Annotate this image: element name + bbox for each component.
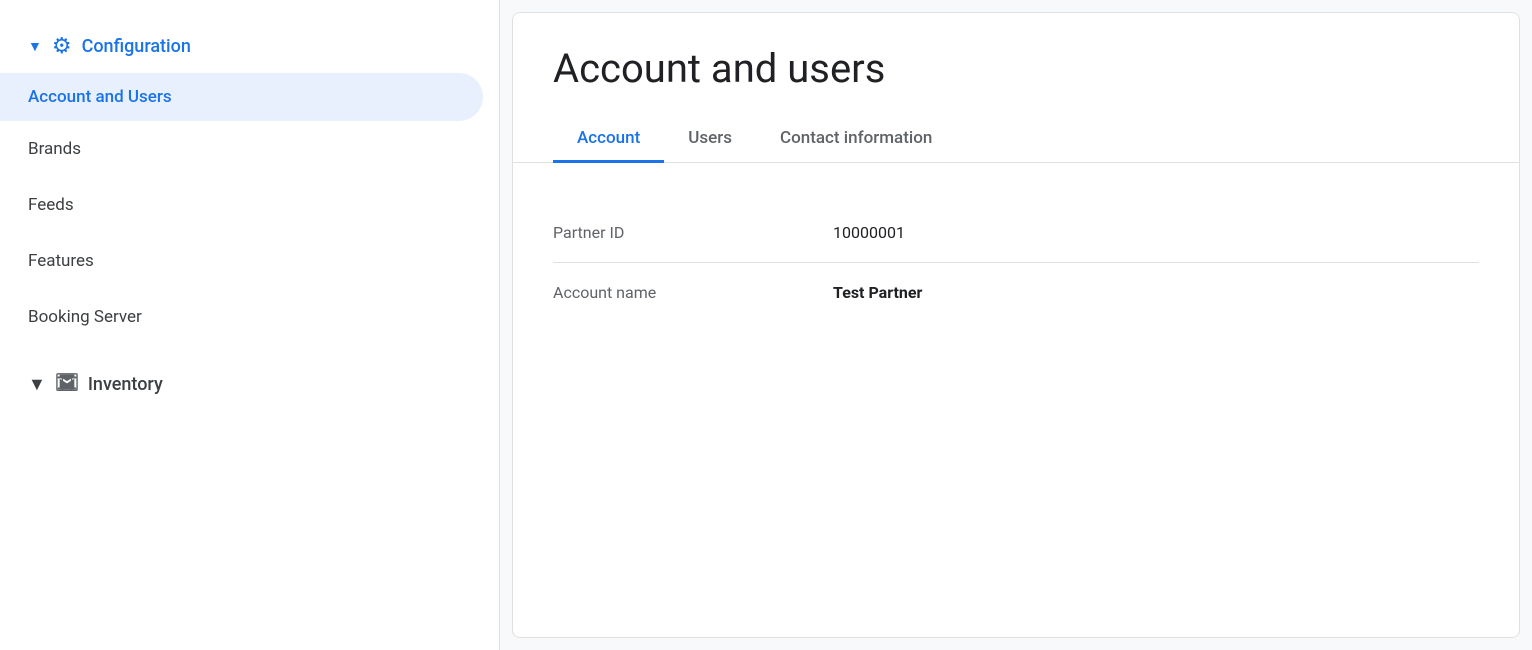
chevron-down-icon: ▼ [28,374,46,395]
sidebar-inventory-label: Inventory [88,374,163,395]
sidebar-item-feeds[interactable]: Feeds [0,177,499,233]
tab-account[interactable]: Account [553,116,664,163]
tab-label: Users [688,128,732,148]
sidebar-item-label: Booking Server [28,307,142,327]
sidebar: ▼ ⚙ Configuration Account and Users Bran… [0,0,500,650]
sidebar-item-booking-server[interactable]: Booking Server [0,289,499,345]
table-row: Partner ID 10000001 [553,203,1479,263]
sidebar-item-label: Account and Users [28,87,172,107]
sidebar-inventory-header[interactable]: ▼ Inventory [0,353,499,416]
tabs-container: Account Users Contact information [513,116,1519,163]
page-title: Account and users [513,13,1519,116]
field-value-partner-id: 10000001 [833,223,905,242]
field-value-account-name: Test Partner [833,283,922,302]
tab-label: Account [577,128,640,148]
sidebar-item-brands[interactable]: Brands [0,121,499,177]
tab-users[interactable]: Users [664,116,756,163]
account-content: Partner ID 10000001 Account name Test Pa… [513,163,1519,637]
gear-icon: ⚙ [52,34,72,59]
sidebar-item-label: Brands [28,139,81,159]
table-row: Account name Test Partner [553,263,1479,322]
chevron-down-icon: ▼ [28,38,42,55]
tab-label: Contact information [780,128,932,148]
sidebar-item-label: Feeds [28,195,74,215]
sidebar-item-features[interactable]: Features [0,233,499,289]
sidebar-configuration-header[interactable]: ▼ ⚙ Configuration [0,20,499,73]
sidebar-item-account-and-users[interactable]: Account and Users [0,73,483,121]
field-label-account-name: Account name [553,283,833,302]
field-label-partner-id: Partner ID [553,223,833,242]
sidebar-configuration-label: Configuration [82,36,191,57]
main-content: Account and users Account Users Contact … [512,12,1520,638]
tab-contact-information[interactable]: Contact information [756,116,956,163]
store-icon [56,371,78,398]
sidebar-item-label: Features [28,251,94,271]
